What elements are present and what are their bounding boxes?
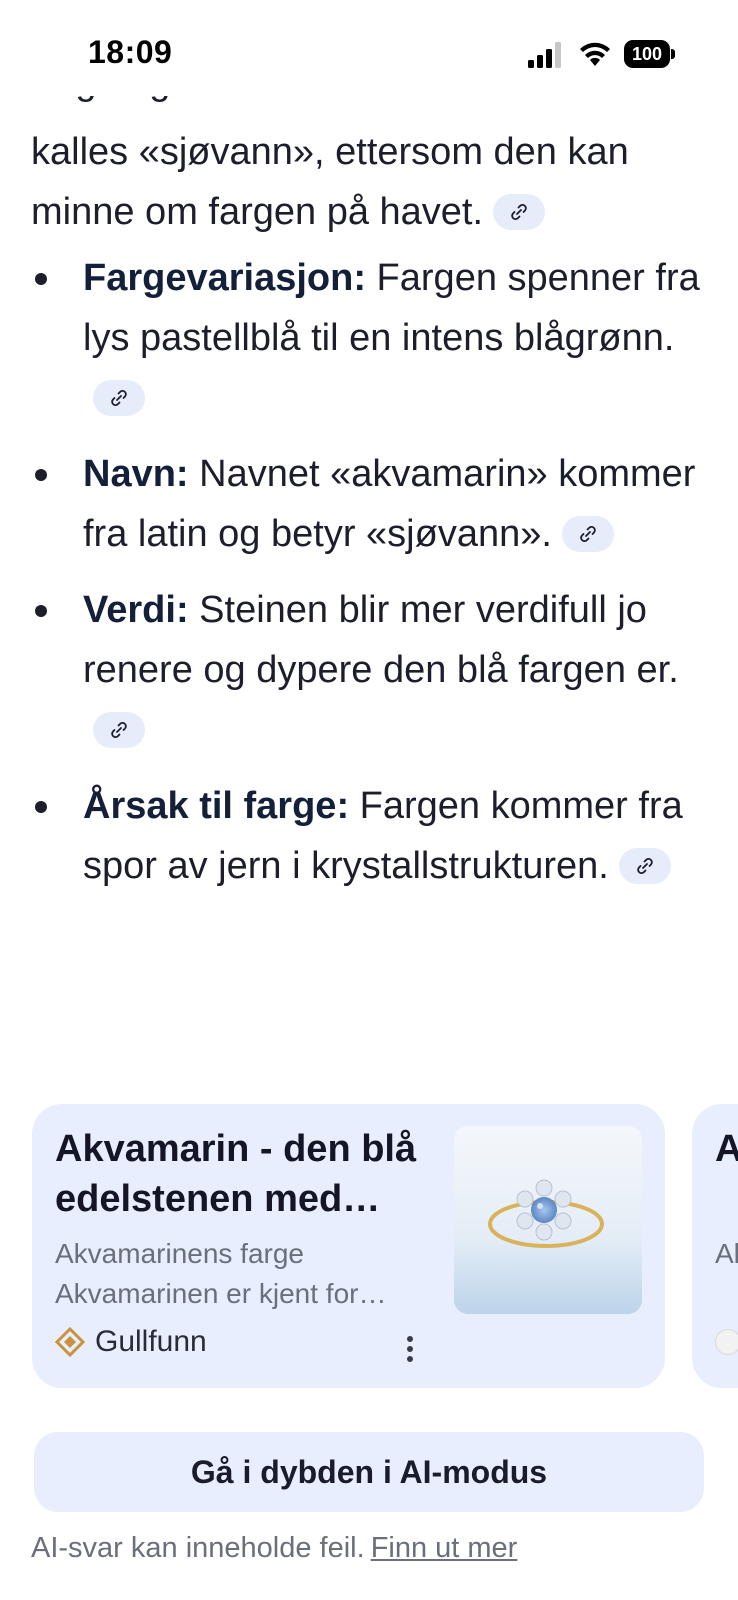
source-link-chip[interactable] [561, 516, 614, 552]
bullet-dot [35, 801, 47, 813]
link-icon [111, 390, 127, 406]
link-icon [111, 722, 127, 738]
bullet-fargevariasjon: Fargevariasjon: Fargen spenner fra lys p… [0, 248, 738, 428]
source-card-title[interactable]: A B [715, 1124, 738, 1174]
link-icon [580, 526, 596, 542]
bullet-term: Verdi: [83, 589, 189, 631]
source-card[interactable]: Akvamarin - den blå edelstenen med… Akva… [32, 1104, 665, 1388]
bullet-arsak-til-farge: Årsak til farge: Fargen kommer fra spor … [0, 776, 738, 896]
learn-more-link[interactable]: Finn ut mer [371, 1532, 518, 1564]
aquamarine-ring-thumbnail[interactable] [454, 1126, 642, 1314]
source-cards-carousel[interactable]: Akvamarin - den blå edelstenen med… Akva… [32, 1104, 738, 1388]
gullfunn-logo-icon [55, 1327, 85, 1357]
source-link-chip[interactable] [93, 380, 145, 416]
link-icon [511, 204, 527, 220]
status-time: 18:09 [88, 34, 173, 70]
more-options-icon[interactable] [404, 1334, 416, 1364]
clipped-previous-line: farge og [31, 96, 391, 116]
bullet-verdi: Verdi: Steinen blir mer verdifull jo ren… [0, 580, 738, 760]
bullet-term: Navn: [83, 453, 189, 495]
source-card-site: Gullfunn [55, 1322, 207, 1362]
source-card[interactable]: A B Al Fa [692, 1104, 738, 1388]
source-link-chip[interactable] [618, 848, 671, 884]
battery-level: 100 [624, 40, 670, 68]
source-link-chip[interactable] [493, 194, 546, 230]
answer-intro: kalles «sjøvann», ettersom den kan minne… [31, 131, 629, 233]
battery-icon: 100 [624, 40, 676, 68]
bullet-dot [35, 469, 47, 481]
wifi-icon [580, 42, 610, 66]
ai-mode-button[interactable]: Gå i dybden i AI-modus [34, 1432, 704, 1512]
disclaimer-text: AI-svar kan inneholde feil. [31, 1532, 365, 1564]
source-card-snippet: Akvamarinens farge Akvamarinen er kjent … [55, 1238, 387, 1309]
source-site-logo-icon [715, 1329, 738, 1355]
source-link-chip[interactable] [93, 712, 145, 748]
signal-icon [528, 42, 561, 68]
bullet-term: Fargevariasjon: [83, 257, 366, 299]
bullet-dot [35, 605, 47, 617]
source-card-title[interactable]: Akvamarin - den blå edelstenen med… [55, 1124, 435, 1224]
bullet-dot [35, 273, 47, 285]
ai-disclaimer: AI-svar kan inneholde feil. Finn ut mer [31, 1532, 517, 1565]
source-card-snippet: Al Fa [715, 1238, 738, 1269]
bullet-term: Årsak til farge: [83, 785, 350, 827]
bullet-navn: Navn: Navnet «akvamarin» kommer fra lati… [0, 444, 738, 564]
link-icon [637, 858, 653, 874]
status-bar: 18:09 100 [0, 0, 738, 104]
answer-bullet-list: Fargevariasjon: Fargen spenner fra lys p… [0, 248, 738, 912]
source-card-site-name: Gullfunn [95, 1325, 207, 1358]
